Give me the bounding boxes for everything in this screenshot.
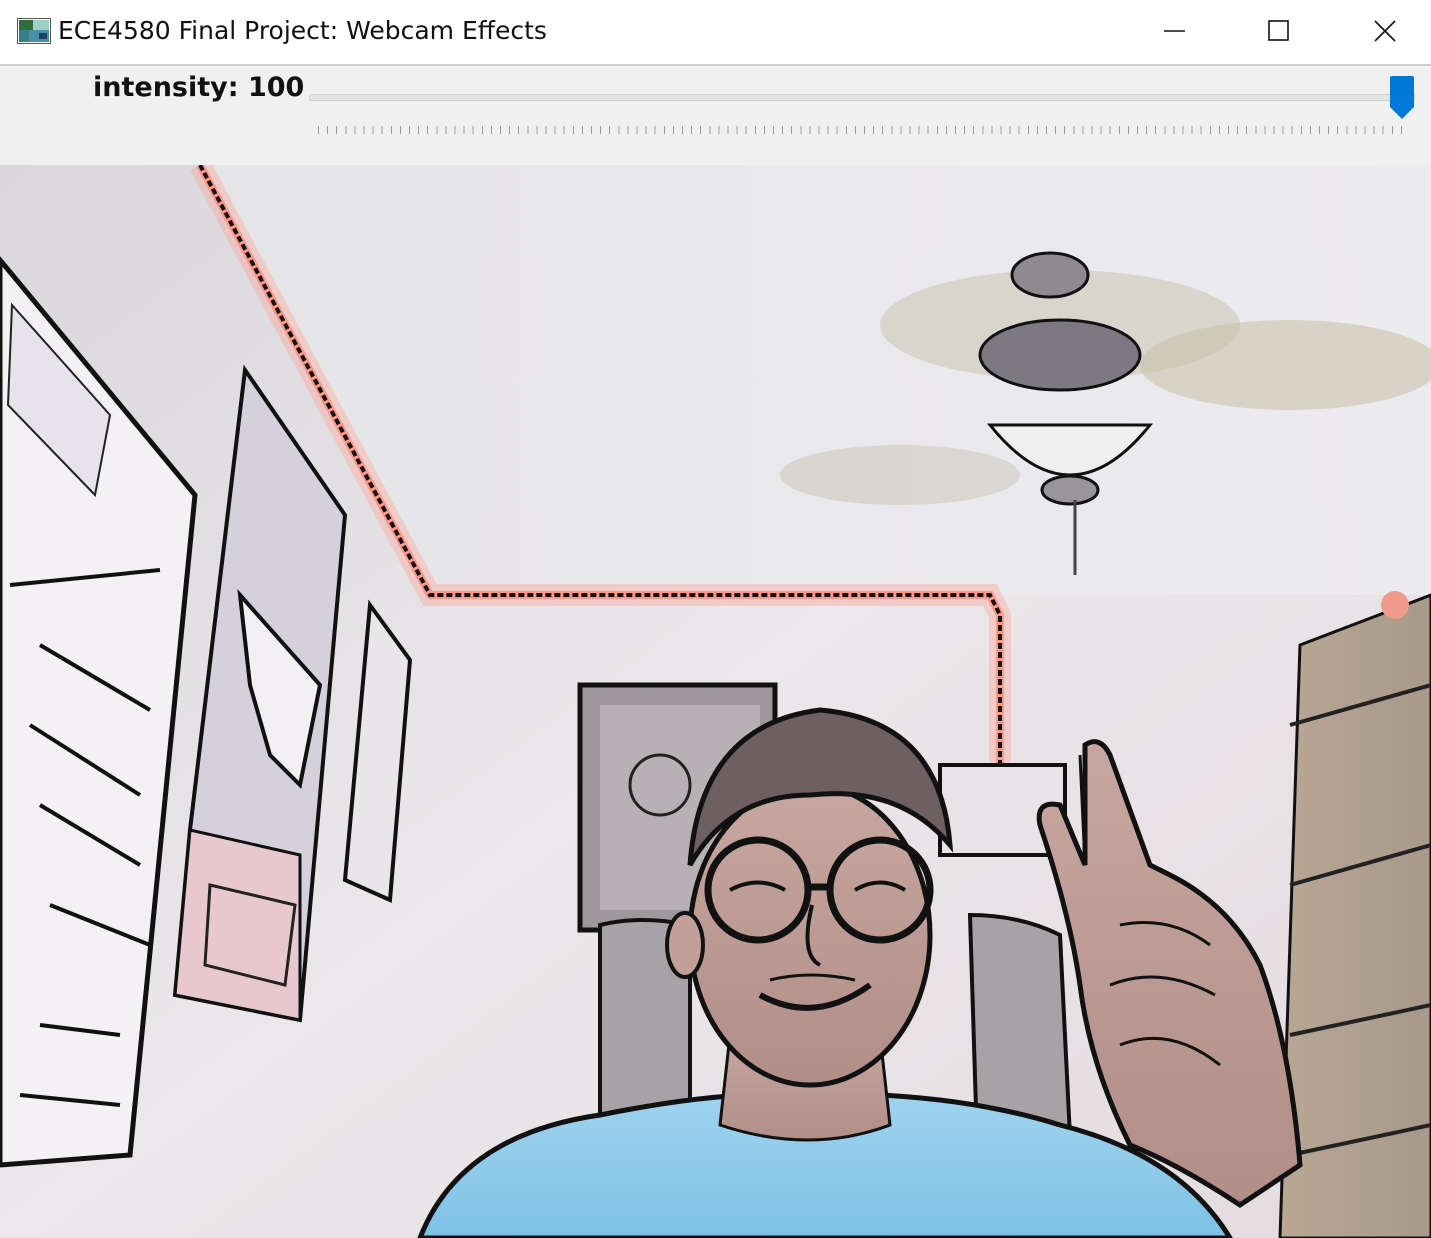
- maximize-icon: [1268, 20, 1289, 41]
- slider-ticks: [318, 126, 1410, 134]
- webcam-image: [0, 165, 1431, 1238]
- close-button[interactable]: [1332, 0, 1431, 64]
- window-title: ECE4580 Final Project: Webcam Effects: [58, 16, 547, 45]
- minimize-icon: [1164, 30, 1185, 32]
- intensity-label: intensity: 100: [93, 72, 305, 103]
- title-bar[interactable]: ECE4580 Final Project: Webcam Effects: [0, 0, 1431, 66]
- webcam-video-frame: [0, 165, 1431, 1238]
- close-icon: [1374, 20, 1396, 42]
- minimize-button[interactable]: [1122, 0, 1228, 64]
- intensity-slider-thumb[interactable]: [1389, 76, 1415, 120]
- window-app-icon: [17, 18, 51, 44]
- trackbar-panel: intensity: 100: [0, 66, 1431, 165]
- maximize-button[interactable]: [1227, 0, 1333, 64]
- intensity-slider-track[interactable]: [309, 94, 1415, 101]
